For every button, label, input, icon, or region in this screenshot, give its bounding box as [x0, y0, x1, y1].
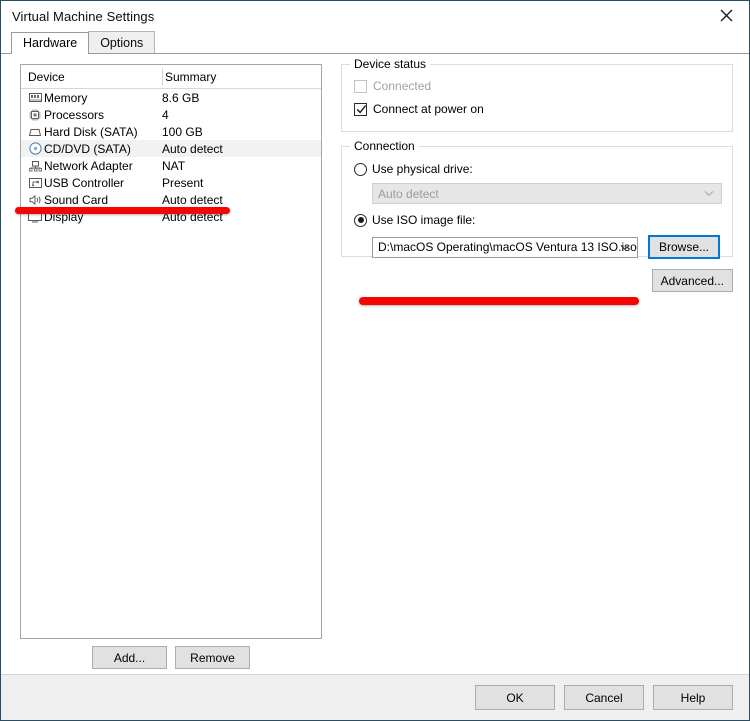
remove-button[interactable]: Remove [175, 646, 250, 669]
table-row[interactable]: Sound Card Auto detect [21, 191, 321, 208]
ok-button[interactable]: OK [475, 685, 555, 710]
connection-title: Connection [350, 139, 419, 153]
physical-drive-combo[interactable]: Auto detect [372, 183, 722, 204]
display-icon [26, 211, 44, 223]
use-iso-image-row[interactable]: Use ISO image file: [354, 210, 720, 230]
table-row[interactable]: Display Auto detect [21, 208, 321, 225]
column-separator [162, 68, 163, 85]
device-list[interactable]: Device Summary Memory 8.6 GB Processors … [20, 64, 322, 639]
column-header-summary: Summary [165, 69, 217, 84]
table-row[interactable]: Processors 4 [21, 106, 321, 123]
device-summary: NAT [162, 158, 186, 173]
iso-path-row: D:\macOS Operating\macOS Ventura 13 ISO.… [372, 235, 720, 259]
physical-drive-combo-value: Auto detect [378, 186, 439, 201]
connected-checkbox[interactable] [354, 79, 367, 93]
tab-options-label: Options [100, 35, 144, 50]
connect-at-power-on-label: Connect at power on [373, 102, 484, 116]
device-name: Memory [44, 90, 88, 105]
device-summary: Auto detect [162, 192, 223, 207]
device-summary: 4 [162, 107, 169, 122]
close-icon[interactable] [704, 1, 749, 30]
connect-at-power-on-checkbox[interactable] [354, 102, 367, 116]
chevron-down-icon [620, 238, 630, 257]
device-settings-pane: Device status Connected Connect at power… [341, 57, 733, 292]
connection-group: Connection Use physical drive: Auto dete… [341, 139, 733, 259]
table-row[interactable]: Memory 8.6 GB [21, 89, 321, 106]
device-name: Display [44, 209, 84, 224]
iso-path-combo[interactable]: D:\macOS Operating\macOS Ventura 13 ISO.… [372, 236, 638, 258]
table-row[interactable]: CD/DVD (SATA) Auto detect [21, 140, 321, 157]
tab-options[interactable]: Options [88, 31, 156, 53]
help-button[interactable]: Help [653, 685, 733, 710]
use-physical-drive-row[interactable]: Use physical drive: [354, 159, 720, 179]
device-name: USB Controller [44, 175, 125, 190]
usb-controller-icon [26, 177, 44, 189]
device-summary: 8.6 GB [162, 90, 200, 105]
connect-at-power-on-row[interactable]: Connect at power on [354, 99, 720, 119]
cd-dvd-icon [26, 142, 44, 155]
annotation-iso-path [359, 297, 639, 305]
table-row[interactable]: Hard Disk (SATA) 100 GB [21, 123, 321, 140]
device-name: CD/DVD (SATA) [44, 141, 131, 156]
advanced-button[interactable]: Advanced... [651, 269, 733, 292]
device-summary: Auto detect [162, 141, 223, 156]
connected-checkbox-row[interactable]: Connected [354, 76, 720, 96]
hard-disk-icon [26, 127, 44, 137]
cancel-button[interactable]: Cancel [564, 685, 644, 710]
processor-icon [26, 109, 44, 121]
use-physical-drive-label: Use physical drive: [372, 162, 473, 176]
connected-label: Connected [373, 79, 432, 93]
tab-strip: Hardware Options [1, 31, 749, 54]
browse-button[interactable]: Browse... [648, 235, 720, 259]
tab-hardware[interactable]: Hardware [11, 32, 90, 54]
iso-path-value: D:\macOS Operating\macOS Ventura 13 ISO.… [378, 240, 637, 254]
column-header-device: Device [28, 69, 65, 84]
use-iso-image-radio[interactable] [354, 213, 367, 227]
device-status-title: Device status [350, 57, 431, 71]
device-list-header: Device Summary [21, 65, 321, 89]
device-summary: Auto detect [162, 209, 223, 224]
use-physical-drive-radio[interactable] [354, 162, 367, 176]
check-icon [356, 104, 367, 113]
device-name: Network Adapter [44, 158, 133, 173]
advanced-button-row: Advanced... [341, 269, 733, 292]
table-row[interactable]: Network Adapter NAT [21, 157, 321, 174]
device-list-buttons: Add... Remove [20, 646, 322, 669]
memory-icon [26, 92, 44, 103]
device-name: Processors [44, 107, 105, 122]
use-iso-image-label: Use ISO image file: [372, 213, 476, 227]
chevron-down-icon [704, 184, 714, 203]
network-adapter-icon [26, 160, 44, 172]
tab-hardware-label: Hardware [23, 36, 78, 50]
device-name: Hard Disk (SATA) [44, 124, 138, 139]
table-row[interactable]: USB Controller Present [21, 174, 321, 191]
virtual-machine-settings-dialog: Virtual Machine Settings Hardware Option… [0, 0, 750, 721]
dialog-client-area: Device Summary Memory 8.6 GB Processors … [1, 53, 749, 674]
device-name: Sound Card [44, 192, 109, 207]
title-bar: Virtual Machine Settings [1, 1, 749, 31]
dialog-footer: OK Cancel Help [1, 674, 749, 720]
device-summary: Present [162, 175, 204, 190]
device-status-group: Device status Connected Connect at power… [341, 57, 733, 132]
add-button[interactable]: Add... [92, 646, 167, 669]
window-title: Virtual Machine Settings [12, 8, 155, 24]
sound-card-icon [26, 194, 44, 206]
device-summary: 100 GB [162, 124, 203, 139]
